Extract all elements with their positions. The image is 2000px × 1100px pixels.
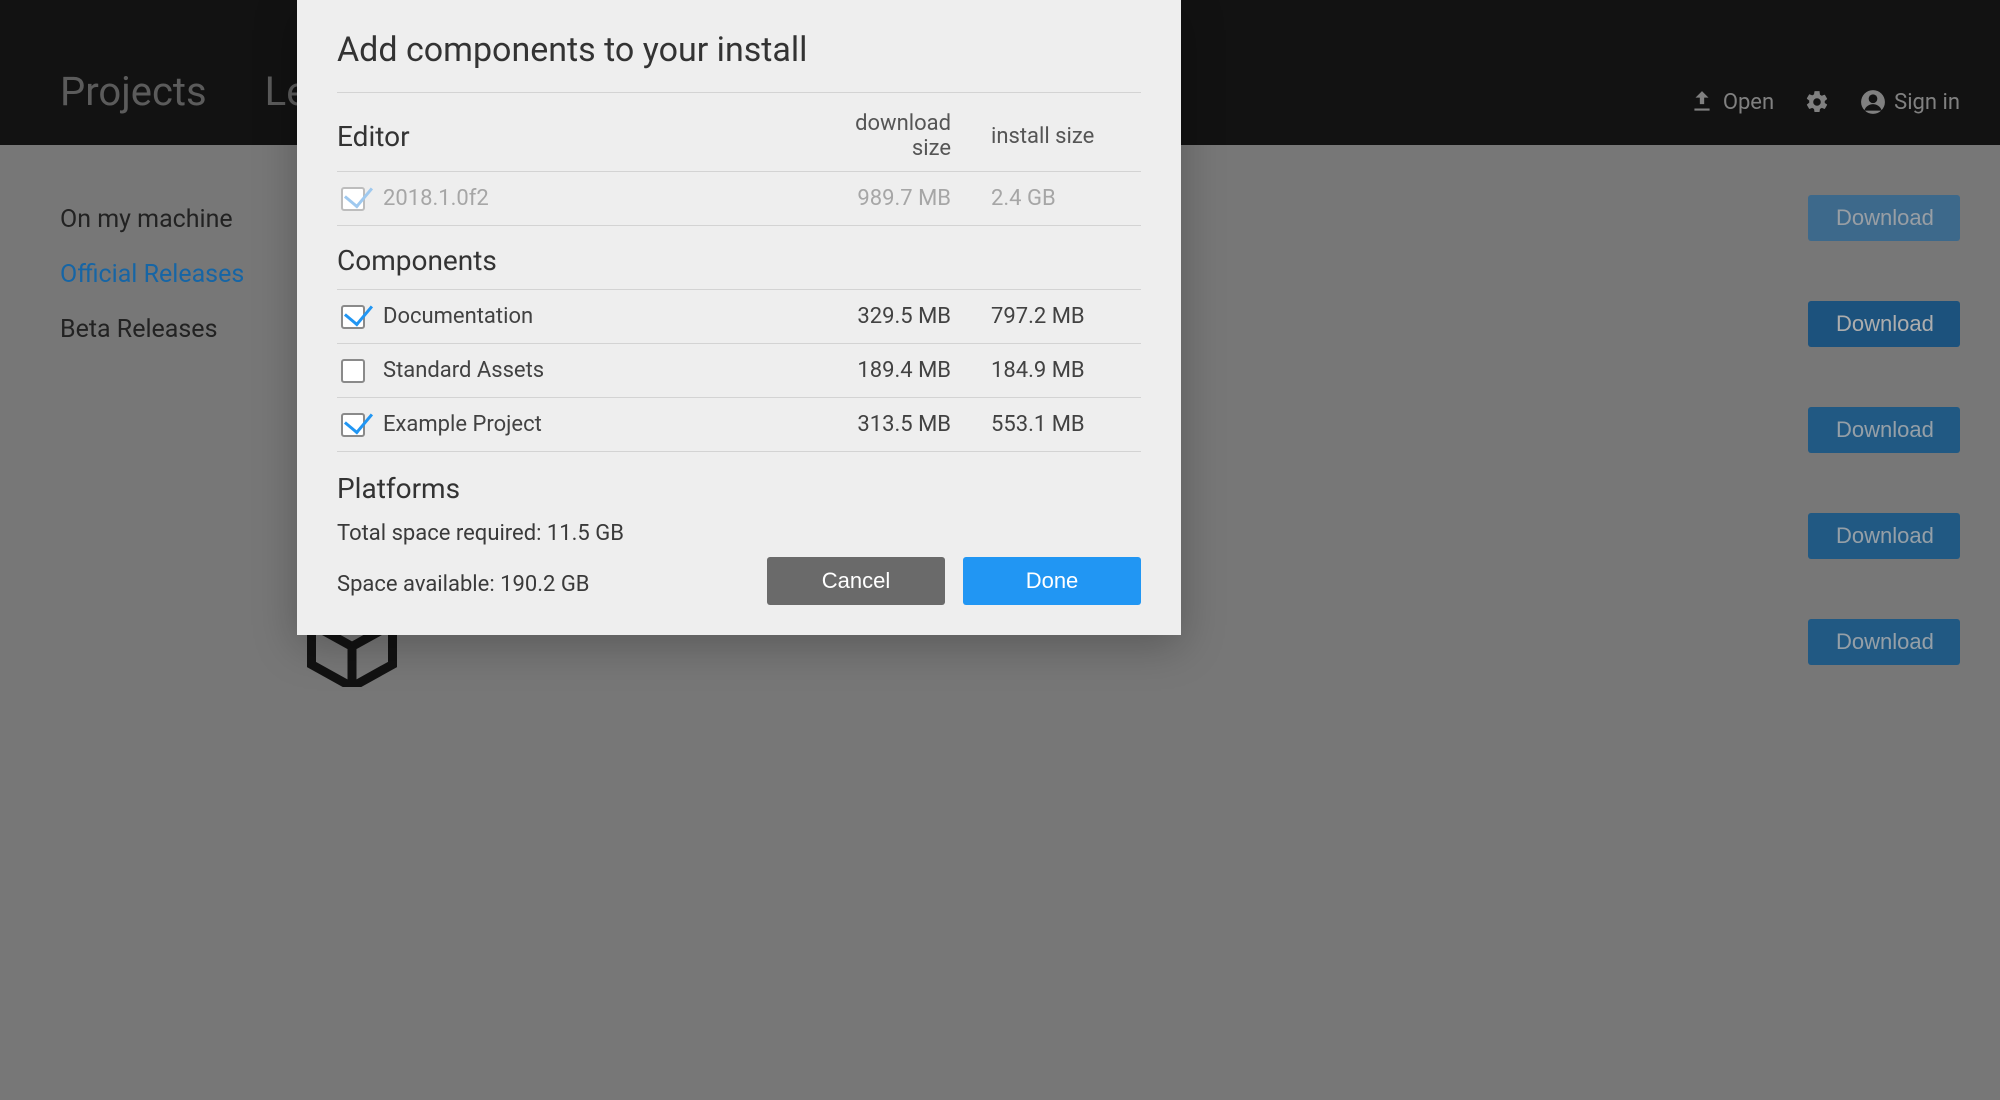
component-row-documentation: Documentation 329.5 MB 797.2 MB bbox=[337, 290, 1141, 344]
cancel-button[interactable]: Cancel bbox=[767, 557, 945, 605]
open-button[interactable]: Open bbox=[1689, 89, 1774, 115]
download-button[interactable]: Download bbox=[1808, 407, 1960, 453]
platforms-heading: Platforms bbox=[337, 472, 1141, 505]
download-button[interactable]: Download bbox=[1808, 513, 1960, 559]
gear-icon[interactable] bbox=[1804, 89, 1830, 115]
download-button[interactable]: Download bbox=[1808, 195, 1960, 241]
column-download-size: download size bbox=[831, 111, 981, 161]
documentation-checkbox[interactable] bbox=[341, 305, 365, 329]
done-button[interactable]: Done bbox=[963, 557, 1141, 605]
editor-heading: Editor bbox=[337, 120, 821, 153]
component-install-size: 184.9 MB bbox=[991, 358, 1141, 383]
modal-title: Add components to your install bbox=[337, 30, 1141, 70]
download-button[interactable]: Download bbox=[1808, 301, 1960, 347]
component-name: Example Project bbox=[383, 412, 821, 437]
editor-checkbox bbox=[341, 187, 365, 211]
space-available: Space available: 190.2 GB bbox=[337, 572, 624, 597]
example-project-checkbox[interactable] bbox=[341, 413, 365, 437]
sidebar-item-official[interactable]: Official Releases bbox=[60, 260, 320, 289]
tab-projects[interactable]: Projects bbox=[60, 68, 207, 115]
editor-install-size: 2.4 GB bbox=[991, 186, 1141, 211]
editor-download-size: 989.7 MB bbox=[831, 186, 981, 211]
sidebar-item-onmymachine[interactable]: On my machine bbox=[60, 205, 320, 234]
modal-footer: Total space required: 11.5 GB Space avai… bbox=[337, 513, 1141, 605]
signin-label: Sign in bbox=[1894, 90, 1960, 115]
standard-assets-checkbox[interactable] bbox=[341, 359, 365, 383]
add-components-modal: Add components to your install Editor do… bbox=[297, 0, 1181, 635]
component-row-example-project: Example Project 313.5 MB 553.1 MB bbox=[337, 398, 1141, 452]
editor-row: 2018.1.0f2 989.7 MB 2.4 GB bbox=[337, 172, 1141, 226]
column-install-size: install size bbox=[991, 124, 1141, 149]
component-name: Standard Assets bbox=[383, 358, 821, 383]
components-heading: Components bbox=[337, 244, 1141, 277]
download-button[interactable]: Download bbox=[1808, 619, 1960, 665]
editor-version: 2018.1.0f2 bbox=[383, 186, 821, 211]
component-name: Documentation bbox=[383, 304, 821, 329]
component-download-size: 329.5 MB bbox=[831, 304, 981, 329]
component-download-size: 313.5 MB bbox=[831, 412, 981, 437]
component-row-standard-assets: Standard Assets 189.4 MB 184.9 MB bbox=[337, 344, 1141, 398]
signin-button[interactable]: Sign in bbox=[1860, 89, 1960, 115]
total-space-required: Total space required: 11.5 GB bbox=[337, 521, 624, 546]
sidebar-item-beta[interactable]: Beta Releases bbox=[60, 315, 320, 344]
user-icon bbox=[1860, 89, 1886, 115]
open-label: Open bbox=[1723, 90, 1774, 115]
sidebar: On my machine Official Releases Beta Rel… bbox=[60, 185, 320, 665]
component-download-size: 189.4 MB bbox=[831, 358, 981, 383]
download-column: Download Download Download Download Down… bbox=[1760, 185, 1960, 665]
component-install-size: 797.2 MB bbox=[991, 304, 1141, 329]
component-install-size: 553.1 MB bbox=[991, 412, 1141, 437]
topbar-actions: Open Sign in bbox=[1689, 89, 1960, 115]
upload-icon bbox=[1689, 89, 1715, 115]
editor-header-row: Editor download size install size bbox=[337, 111, 1141, 172]
